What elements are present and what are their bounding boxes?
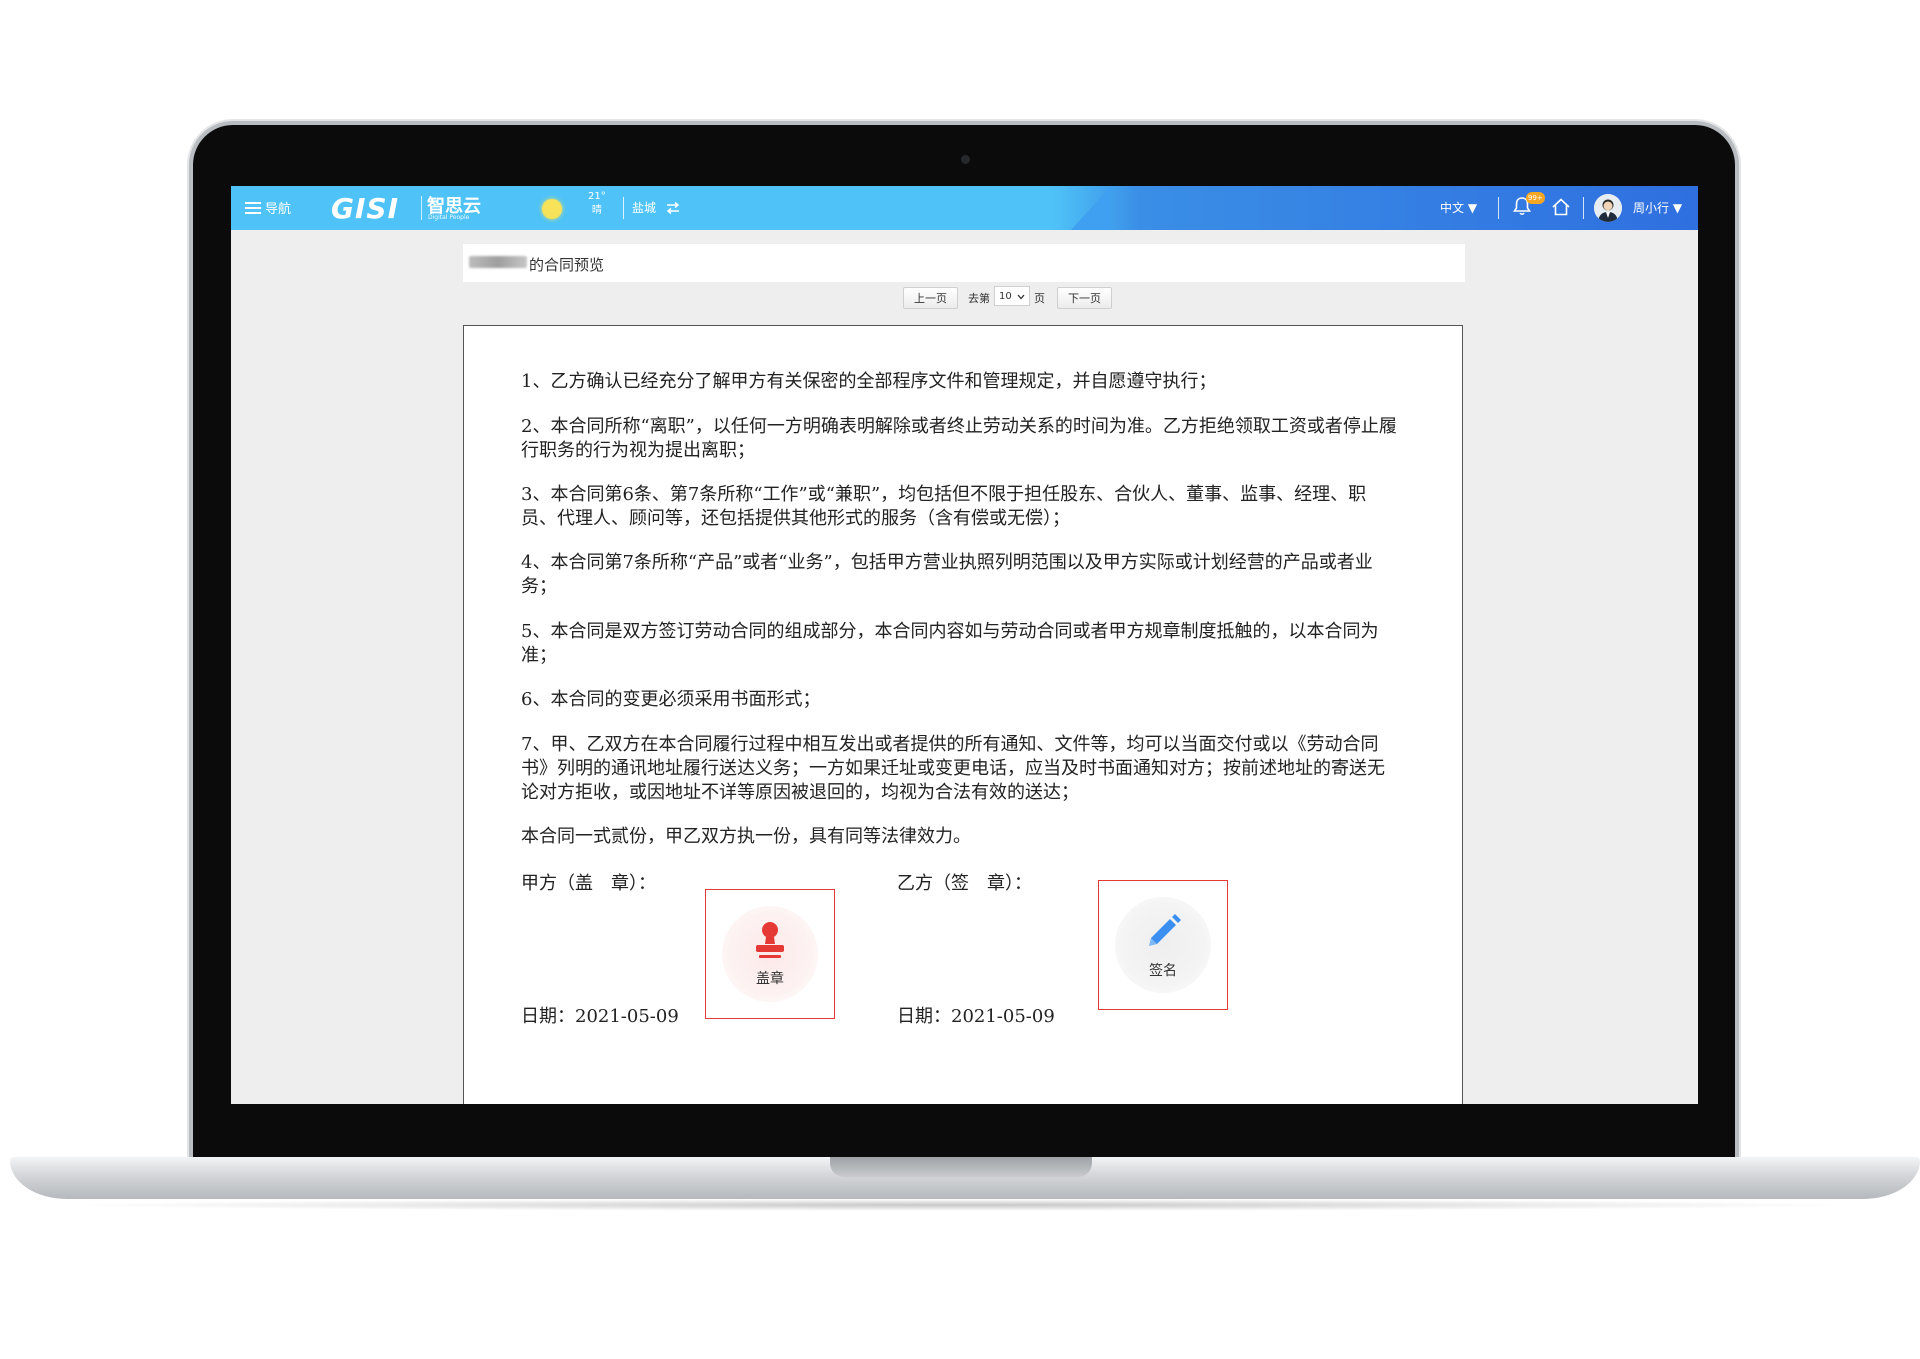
goto-suffix: 页 [1034,292,1045,305]
laptop-notch [830,1157,1092,1177]
party-a-date: 日期：2021-05-09 [521,1006,679,1027]
contract-page: 1、乙方确认已经充分了解甲方有关保密的全部程序文件和管理规定，并自愿遵守执行； … [463,325,1463,1104]
brand-tagline: Digital People [428,214,470,221]
clause-3: 3、本合同第6条、第7条所称“工作”或“兼职”，均包括但不限于担任股东、合伙人、… [521,484,1367,529]
stamp-action-area: 盖章 [722,906,818,1002]
clause-1: 1、乙方确认已经充分了解甲方有关保密的全部程序文件和管理规定，并自愿遵守执行； [521,371,1217,392]
weather-description: 晴 [591,205,602,216]
page-navigator: 上一页 去第 10 页 下一页 [903,286,1112,310]
user-menu[interactable]: 周小行 ▼ [1633,199,1682,216]
stamp-icon [756,922,784,958]
prev-page-button[interactable]: 上一页 [903,287,958,309]
nav-menu-button[interactable]: 导航 [245,198,291,217]
party-b-date: 日期：2021-05-09 [897,1006,1055,1027]
sun-icon [542,199,562,219]
goto-prefix: 去第 [968,292,990,305]
language-selector[interactable]: 中文 ▼ [1440,199,1477,216]
swap-icon [666,201,680,214]
closing-statement: 本合同一式贰份，甲乙双方执一份，具有同等法律效力。 [521,826,971,847]
divider [1498,197,1499,219]
pencil-icon [1149,914,1181,946]
laptop-shadow [60,1199,1860,1211]
chevron-down-icon [1017,294,1025,300]
divider [623,197,624,219]
weather-widget: 21° 晴 [588,190,606,218]
city-switcher[interactable]: 盐城 [632,199,680,216]
sign-action-area: 签名 [1115,897,1211,993]
brand-logo[interactable]: GISI [331,192,399,225]
clause-5: 5、本合同是双方签订劳动合同的组成部分，本合同内容如与劳动合同或者甲方规章制度抵… [521,621,1379,666]
user-avatar-icon [1594,194,1622,222]
page-title: 的合同预览 [529,256,605,274]
top-navbar: 导航 GISI 智思云 Digital People 21° 晴 盐城 中文 ▼… [231,186,1698,230]
stamp-label: 盖章 [756,971,784,987]
notification-badge: 99+ [1526,192,1545,204]
weather-temperature: 21° [588,191,606,202]
clause-2: 2、本合同所称“离职”，以任何一方明确表明解除或者终止劳动关系的时间为准。乙方拒… [521,416,1397,461]
clause-6: 6、本合同的变更必须采用书面形式； [521,689,821,710]
next-page-button[interactable]: 下一页 [1057,287,1112,309]
page-number-select[interactable]: 10 [994,286,1030,306]
party-a-label: 甲方（盖 章）： [521,873,656,894]
user-avatar[interactable] [1594,194,1622,222]
app-screen: 导航 GISI 智思云 Digital People 21° 晴 盐城 中文 ▼… [231,186,1698,1104]
sign-button[interactable]: 签名 [1098,880,1228,1010]
clause-4: 4、本合同第7条所称“产品”或者“业务”，包括甲方营业执照列明范围以及甲方实际或… [521,552,1373,597]
webcam [961,155,970,164]
city-name: 盐城 [632,201,657,215]
divider [1583,197,1584,219]
hamburger-icon [245,201,261,214]
navbar-decoration [1071,186,1111,230]
sign-label: 签名 [1149,963,1177,979]
party-b-label: 乙方（签 章）： [897,873,1032,894]
page-number-value: 10 [999,291,1012,302]
clause-7: 7、甲、乙双方在本合同履行过程中相互发出或者提供的所有通知、文件等，均可以当面交… [521,734,1385,803]
stamp-button[interactable]: 盖章 [705,889,835,1019]
home-icon[interactable] [1551,197,1571,217]
logo-divider [421,196,422,220]
nav-menu-label: 导航 [265,202,292,217]
redacted-name [469,256,527,268]
preview-title-bar: 的合同预览 [463,244,1465,282]
